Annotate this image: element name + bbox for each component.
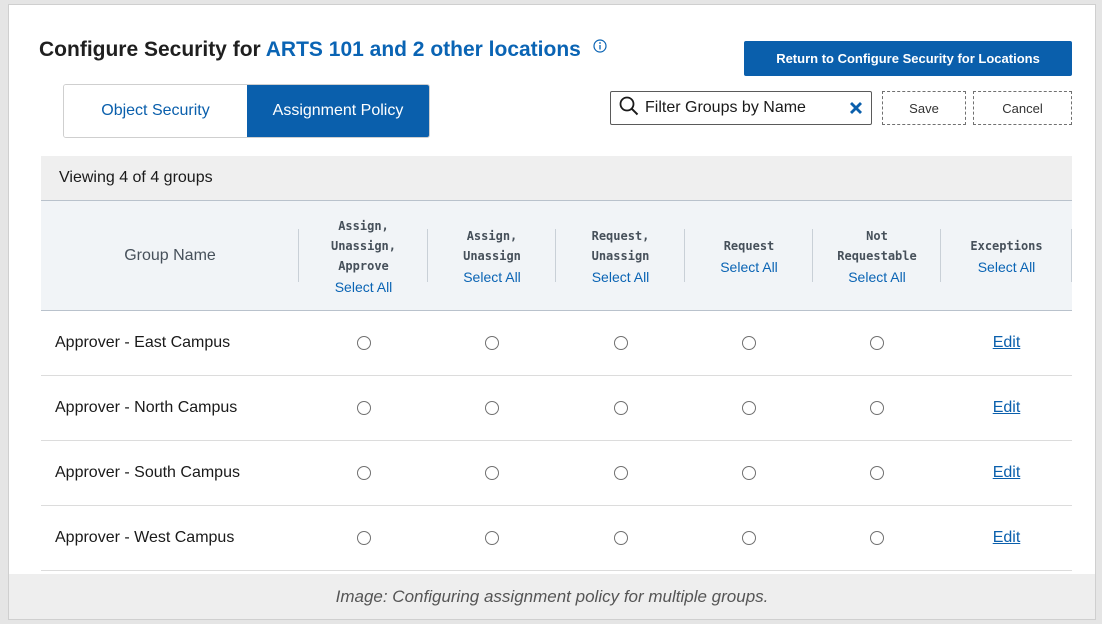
column-label: Assign, Unassign, Approve	[330, 219, 397, 273]
filter-groups-input[interactable]: Filter Groups by Name	[610, 91, 872, 125]
request-unassign-radio[interactable]	[613, 530, 628, 545]
select-all-link[interactable]: Select All	[432, 269, 552, 285]
column-label: Not Requestable	[837, 229, 917, 263]
group-name: Approver - West Campus	[55, 529, 235, 546]
select-all-link[interactable]: Select All	[945, 259, 1068, 275]
request-radio[interactable]	[742, 530, 756, 545]
table-row: Approver - South Campus Edit	[41, 441, 1072, 506]
table-header-row: Group Name Assign, Unassign, Approve Sel…	[41, 200, 1072, 311]
table-row: Approver - West Campus Edit	[41, 506, 1072, 571]
table-row: Approver - East Campus Edit	[41, 311, 1072, 376]
not-requestable-radio[interactable]	[870, 400, 884, 415]
save-button[interactable]: Save	[882, 91, 966, 125]
image-caption: Image: Configuring assignment policy for…	[9, 574, 1095, 619]
info-circle-icon[interactable]	[593, 35, 607, 59]
not-requestable-radio[interactable]	[870, 335, 884, 350]
return-to-configure-button[interactable]: Return to Configure Security for Locatio…	[744, 41, 1072, 76]
assign-unassign-radio[interactable]	[485, 530, 499, 545]
column-label: Request, Unassign	[591, 229, 650, 263]
edit-exceptions-link[interactable]: Edit	[993, 464, 1021, 481]
cancel-button[interactable]: Cancel	[973, 91, 1072, 125]
select-all-link[interactable]: Select All	[817, 269, 937, 285]
edit-exceptions-link[interactable]: Edit	[993, 399, 1021, 416]
tab-object-security[interactable]: Object Security	[64, 85, 247, 137]
viewing-count: Viewing 4 of 4 groups	[41, 156, 1072, 200]
request-radio[interactable]	[742, 400, 756, 415]
col-request: Request Select All	[685, 200, 813, 311]
column-label: Request	[723, 239, 775, 253]
request-unassign-radio[interactable]	[613, 335, 628, 350]
select-all-link[interactable]: Select All	[689, 259, 809, 275]
search-icon	[619, 96, 639, 121]
filter-text: Filter Groups by Name	[645, 99, 806, 116]
select-all-link[interactable]: Select All	[303, 279, 424, 295]
assign-unassign-radio[interactable]	[485, 465, 499, 480]
col-group-name: Group Name	[41, 200, 299, 311]
groups-table: Group Name Assign, Unassign, Approve Sel…	[41, 200, 1072, 571]
dialog-panel: Configure Security for ARTS 101 and 2 ot…	[8, 4, 1096, 620]
assign-unassign-radio[interactable]	[485, 335, 499, 350]
assign-unassign-approve-radio[interactable]	[356, 400, 371, 415]
not-requestable-radio[interactable]	[870, 465, 884, 480]
request-radio[interactable]	[742, 335, 756, 350]
group-name: Approver - North Campus	[55, 399, 238, 416]
tab-assignment-policy[interactable]: Assignment Policy	[247, 85, 429, 137]
column-label: Exceptions	[970, 239, 1043, 253]
tab-bar: Object Security Assignment Policy	[63, 84, 430, 138]
table-row: Approver - North Campus Edit	[41, 376, 1072, 441]
col-not-requestable: Not Requestable Select All	[813, 200, 941, 311]
close-x-icon[interactable]	[849, 101, 863, 115]
col-assign-unassign-approve: Assign, Unassign, Approve Select All	[299, 200, 428, 311]
assign-unassign-approve-radio[interactable]	[356, 335, 371, 350]
col-request-unassign: Request, Unassign Select All	[556, 200, 685, 311]
group-name: Approver - South Campus	[55, 464, 240, 481]
column-label: Assign, Unassign	[463, 229, 521, 263]
request-unassign-radio[interactable]	[613, 465, 628, 480]
select-all-link[interactable]: Select All	[560, 269, 681, 285]
edit-exceptions-link[interactable]: Edit	[993, 529, 1021, 546]
not-requestable-radio[interactable]	[870, 530, 884, 545]
locations-link[interactable]: ARTS 101 and 2 other locations	[266, 38, 581, 61]
page-title: Configure Security for ARTS 101 and 2 ot…	[39, 35, 607, 62]
request-unassign-radio[interactable]	[613, 400, 628, 415]
col-assign-unassign: Assign, Unassign Select All	[428, 200, 556, 311]
assign-unassign-approve-radio[interactable]	[356, 530, 371, 545]
title-prefix: Configure Security for	[39, 38, 261, 61]
edit-exceptions-link[interactable]: Edit	[993, 334, 1021, 351]
group-name: Approver - East Campus	[55, 334, 231, 351]
assign-unassign-approve-radio[interactable]	[356, 465, 371, 480]
assign-unassign-radio[interactable]	[485, 400, 499, 415]
col-exceptions: Exceptions Select All	[941, 200, 1072, 311]
request-radio[interactable]	[742, 465, 756, 480]
